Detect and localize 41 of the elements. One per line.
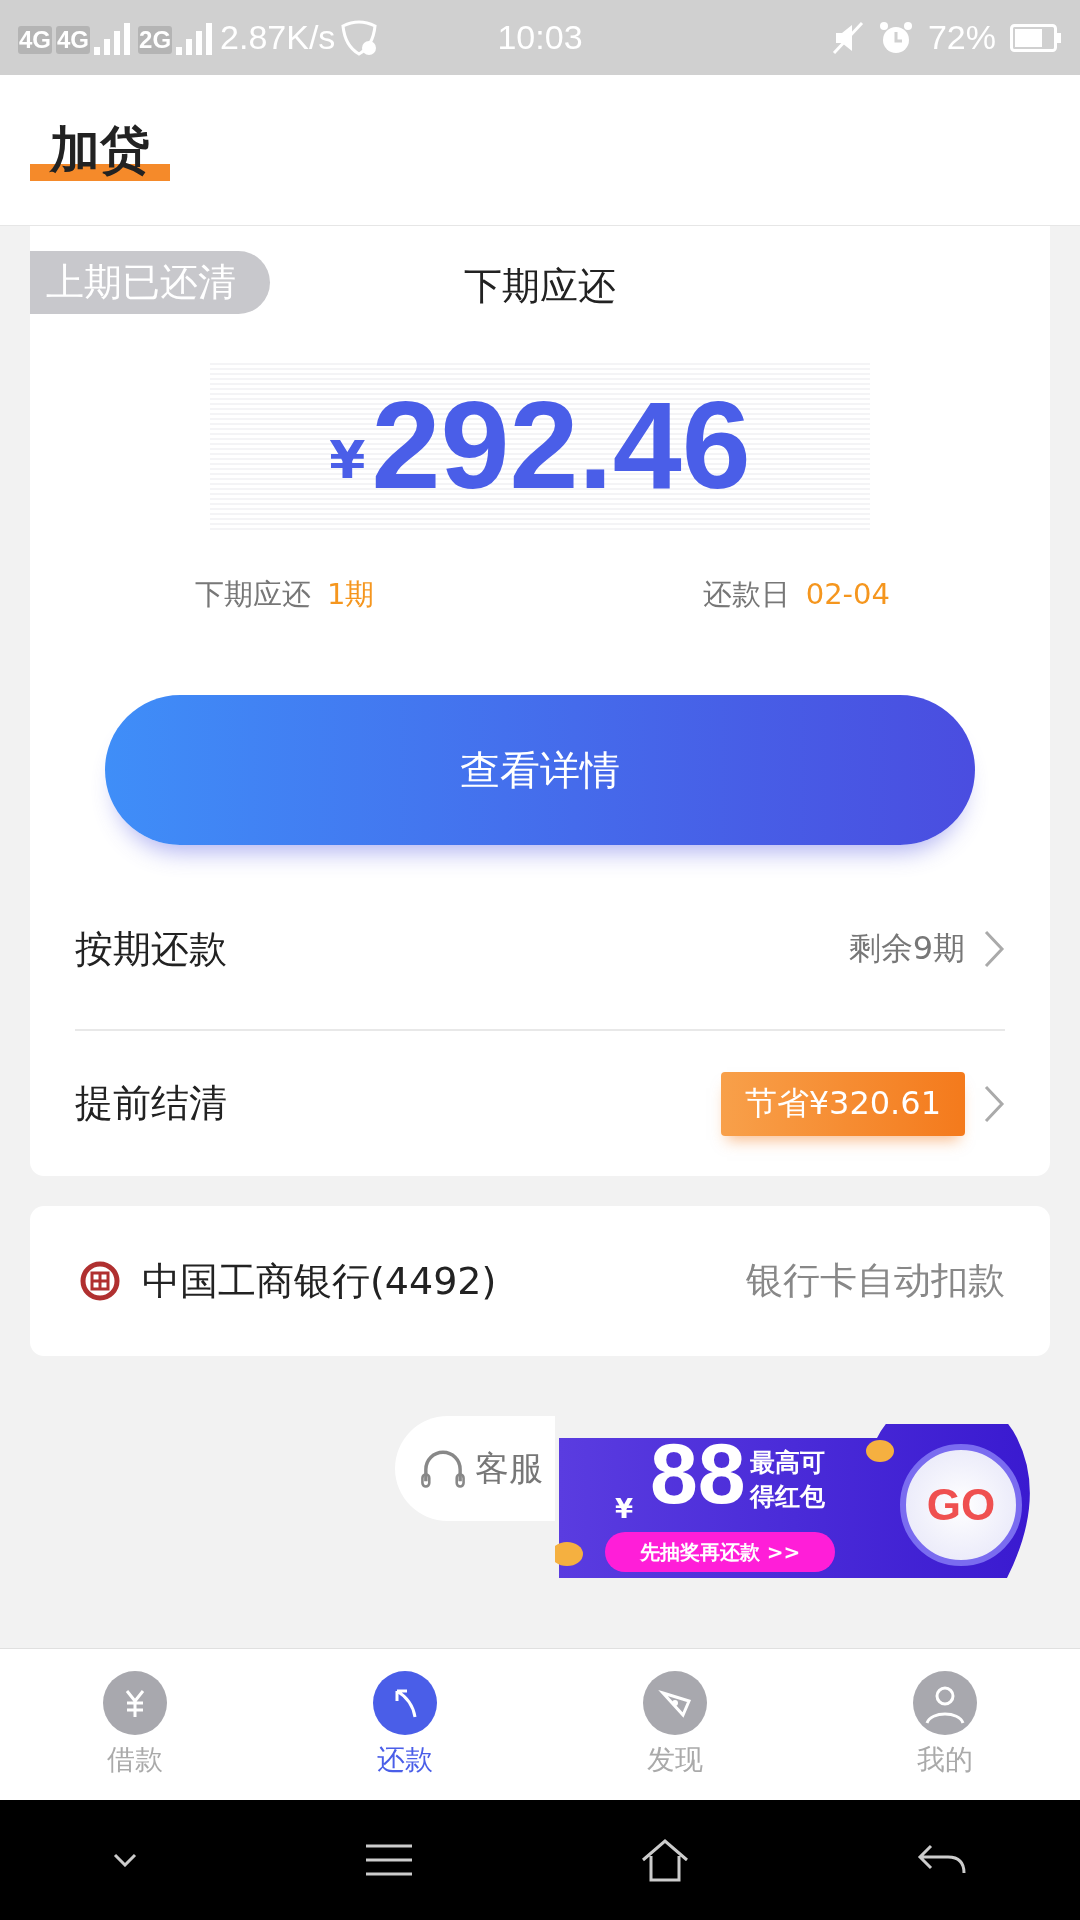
bank-logo-icon bbox=[80, 1261, 120, 1301]
customer-service-button[interactable]: 客服 bbox=[395, 1416, 555, 1521]
network-label: 4G bbox=[18, 25, 52, 54]
nav-tab[interactable]: 我的 bbox=[810, 1649, 1080, 1801]
due-date-info: 还款日 02-04 bbox=[702, 576, 890, 613]
compass-tab-icon bbox=[643, 1671, 707, 1735]
promo-currency: ¥ bbox=[615, 1494, 634, 1524]
option-value: 剩余9期 bbox=[848, 928, 965, 969]
option-label: 提前结清 bbox=[75, 1080, 228, 1127]
chevron-down-icon[interactable] bbox=[113, 1853, 138, 1867]
option-label: 按期还款 bbox=[75, 925, 228, 973]
bank-name: 中国工商银行(4492) bbox=[142, 1257, 498, 1305]
home-icon[interactable] bbox=[640, 1838, 691, 1882]
repayment-option-row[interactable]: 提前结清 节省¥320.61 bbox=[75, 1031, 1005, 1176]
lottery-button[interactable]: 先抽奖再还款 >> bbox=[605, 1532, 835, 1572]
card-title: 下期应还 bbox=[464, 263, 616, 310]
nav-tab[interactable]: 发现 bbox=[540, 1649, 810, 1801]
currency-symbol: ¥ bbox=[329, 430, 366, 490]
bank-card-panel[interactable]: 中国工商银行(4492) 银行卡自动扣款 bbox=[30, 1206, 1050, 1356]
mute-icon bbox=[831, 20, 864, 55]
alarm-icon bbox=[877, 19, 914, 56]
savings-badge: 节省¥320.61 bbox=[720, 1071, 965, 1136]
details-button[interactable]: 查看详情 bbox=[105, 695, 975, 845]
nav-tab[interactable]: 还款 bbox=[270, 1649, 540, 1801]
chevron-icon bbox=[983, 1083, 1005, 1124]
chevron-icon bbox=[983, 929, 1005, 969]
promo-text: 得红包 bbox=[750, 1481, 825, 1513]
network-label: 4G bbox=[56, 25, 91, 54]
promo-text: 最高可 bbox=[750, 1447, 825, 1479]
network-label: 2G bbox=[138, 25, 173, 54]
person-tab-icon bbox=[913, 1671, 977, 1735]
promo-amount: 88 bbox=[650, 1424, 746, 1523]
period-info: 下期应还 1期 bbox=[195, 576, 375, 613]
auto-debit-note: 银行卡自动扣款 bbox=[746, 1258, 1005, 1304]
battery-icon bbox=[1010, 23, 1062, 52]
menu-icon[interactable] bbox=[363, 1843, 414, 1877]
nav-tab[interactable]: 借款 bbox=[0, 1649, 270, 1801]
repayment-option-row[interactable]: 按期还款 剩余9期 bbox=[75, 869, 1005, 1031]
yen-tab-icon bbox=[103, 1671, 167, 1735]
amount-due: 292.46 bbox=[371, 375, 751, 516]
arrow-tab-icon bbox=[373, 1671, 437, 1735]
